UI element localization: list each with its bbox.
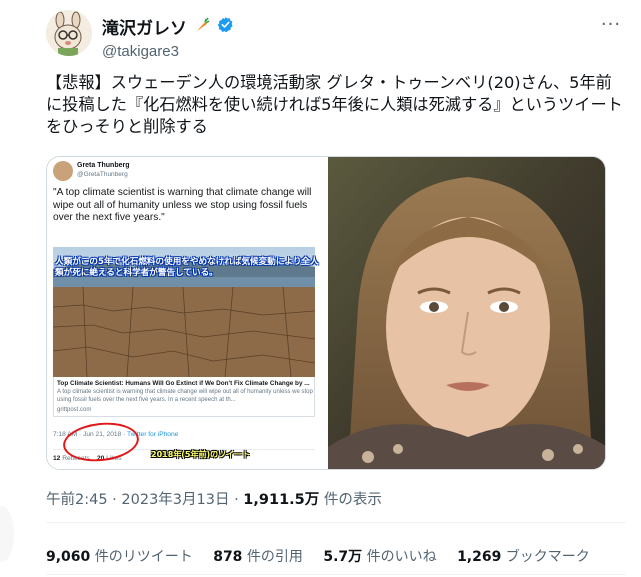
avatar-illustration — [46, 10, 92, 56]
likes-stat[interactable]: 5.7万 件のいいね — [323, 546, 436, 566]
bookmarks-stat[interactable]: 1,269 ブックマーク — [457, 546, 590, 566]
views-count: 1,911.5万 — [243, 492, 320, 508]
divider-top — [46, 522, 626, 523]
author-handle[interactable]: @takigare3 — [102, 43, 234, 60]
bookmarks-label: ブックマーク — [501, 549, 590, 565]
embedded-retweets-count: 12 — [53, 455, 61, 462]
tweet-card: 滝沢ガレソ @takigare3 ··· 【悲報】スウェーデン人の環境活動家 グ — [0, 0, 641, 577]
avatar[interactable] — [46, 10, 92, 56]
more-options-button[interactable]: ··· — [596, 14, 626, 38]
embedded-avatar — [53, 161, 73, 181]
portrait-illustration — [328, 157, 605, 469]
verified-badge-icon[interactable] — [217, 16, 234, 37]
embedded-author-name: Greta Thunberg — [77, 162, 130, 169]
link-preview-card: Top Climate Scientist: Humans Will Go Ex… — [53, 377, 315, 417]
quotes-label: 件の引用 — [242, 549, 303, 565]
tweet-timestamp[interactable]: 午前2:45 · 2023年3月13日 · — [46, 492, 243, 508]
embedded-author-handle: @GretaThunberg — [77, 171, 128, 178]
tweet-media[interactable]: Greta Thunberg @GretaThunberg "A top cli… — [46, 156, 606, 470]
engagement-stats: 9,060 件のリツイート 878 件の引用 5.7万 件のいいね 1,269 … — [46, 546, 606, 566]
display-name[interactable]: 滝沢ガレソ — [102, 14, 187, 39]
link-preview-title: Top Climate Scientist: Humans Will Go Ex… — [57, 380, 310, 387]
author-names: 滝沢ガレソ @takigare3 — [102, 14, 234, 60]
retweets-label: 件のリツイート — [90, 549, 193, 565]
media-portrait-photo[interactable] — [328, 157, 605, 469]
quotes-stat[interactable]: 878 件の引用 — [213, 546, 303, 566]
bookmarks-count: 1,269 — [457, 549, 502, 565]
partial-avatar — [0, 506, 14, 562]
likes-label: 件のいいね — [362, 549, 437, 565]
tweet-timestamp-row: 午前2:45 · 2023年3月13日 · 1,911.5万 件の表示 — [46, 488, 382, 509]
views-label: 件の表示 — [319, 492, 382, 508]
link-preview-domain: grittpost.com — [57, 407, 92, 413]
link-preview-description: A top climate scientist is warning that … — [57, 389, 313, 403]
japanese-overlay-text: 人類がこの5年で化石燃料の使用をやめなければ気候変動により全人類が死に絶えると科… — [55, 257, 319, 278]
divider-bottom — [46, 574, 626, 575]
embedded-tweet-text: "A top climate scientist is warning that… — [53, 187, 312, 223]
embedded-tweet-screenshot: Greta Thunberg @GretaThunberg "A top cli… — [51, 159, 321, 467]
quotes-count: 878 — [213, 549, 243, 565]
retweets-count: 9,060 — [46, 549, 91, 565]
likes-count: 5.7万 — [323, 549, 363, 565]
tweet-header: 滝沢ガレソ @takigare3 ··· — [46, 10, 626, 60]
japanese-caption: 2018年(5年前)のツイート — [151, 450, 251, 459]
carrot-icon — [194, 17, 210, 37]
media-screenshot-image[interactable]: Greta Thunberg @GretaThunberg "A top cli… — [47, 157, 326, 469]
tweet-text: 【悲報】スウェーデン人の環境活動家 グレタ・トゥーンベリ(20)さん、5年前に投… — [46, 73, 623, 136]
retweets-stat[interactable]: 9,060 件のリツイート — [46, 546, 193, 566]
